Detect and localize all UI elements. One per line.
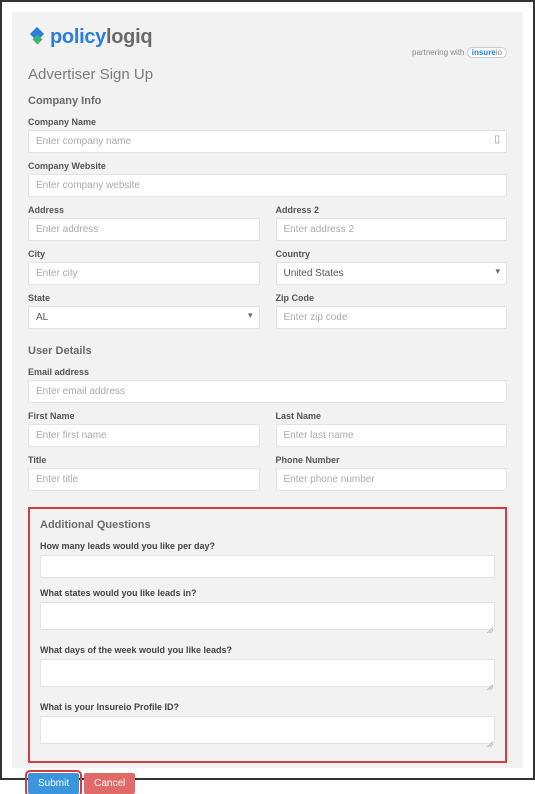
company-website-input[interactable] [28, 174, 507, 197]
label-q4: What is your Insureio Profile ID? [40, 702, 495, 712]
logo-io: io [496, 48, 502, 57]
section-additional: Additional Questions [40, 519, 495, 531]
logo-icon [28, 29, 46, 47]
label-zip: Zip Code [276, 293, 508, 303]
logo-insure: insure [472, 48, 496, 57]
address2-input[interactable] [276, 218, 508, 241]
label-state: State [28, 293, 260, 303]
state-select[interactable]: AL [28, 306, 260, 329]
page-title: Advertiser Sign Up [28, 66, 507, 83]
label-q2: What states would you like leads in? [40, 588, 495, 598]
q1-input[interactable] [40, 555, 495, 578]
label-email: Email address [28, 367, 507, 377]
submit-button[interactable]: Submit [28, 773, 79, 794]
q4-textarea[interactable] [40, 716, 495, 744]
zip-input[interactable] [276, 306, 508, 329]
label-q1: How many leads would you like per day? [40, 541, 495, 551]
first-name-input[interactable] [28, 424, 260, 447]
label-first-name: First Name [28, 411, 260, 421]
phone-input[interactable] [276, 468, 508, 491]
additional-questions-box: Additional Questions How many leads woul… [28, 507, 507, 763]
label-country: Country [276, 249, 508, 259]
cancel-button[interactable]: Cancel [84, 773, 135, 794]
city-input[interactable] [28, 262, 260, 285]
logo-partnering: partnering with [412, 48, 464, 57]
label-company-website: Company Website [28, 161, 507, 171]
label-address2: Address 2 [276, 205, 508, 215]
logo: policylogiq partnering with insureio [28, 26, 507, 58]
label-company-name: Company Name [28, 117, 507, 127]
country-select[interactable]: United States [276, 262, 508, 285]
logo-text-policy: policy [50, 26, 106, 49]
logo-text-logiq: logiq [106, 26, 152, 49]
title-input[interactable] [28, 468, 260, 491]
section-user-details: User Details [28, 345, 507, 357]
label-last-name: Last Name [276, 411, 508, 421]
address-input[interactable] [28, 218, 260, 241]
label-phone: Phone Number [276, 455, 508, 465]
label-title: Title [28, 455, 260, 465]
label-city: City [28, 249, 260, 259]
label-address: Address [28, 205, 260, 215]
email-input[interactable] [28, 380, 507, 403]
q2-textarea[interactable] [40, 602, 495, 630]
section-company-info: Company Info [28, 95, 507, 107]
label-q3: What days of the week would you like lea… [40, 645, 495, 655]
last-name-input[interactable] [276, 424, 508, 447]
q3-textarea[interactable] [40, 659, 495, 687]
company-name-input[interactable] [28, 130, 507, 153]
